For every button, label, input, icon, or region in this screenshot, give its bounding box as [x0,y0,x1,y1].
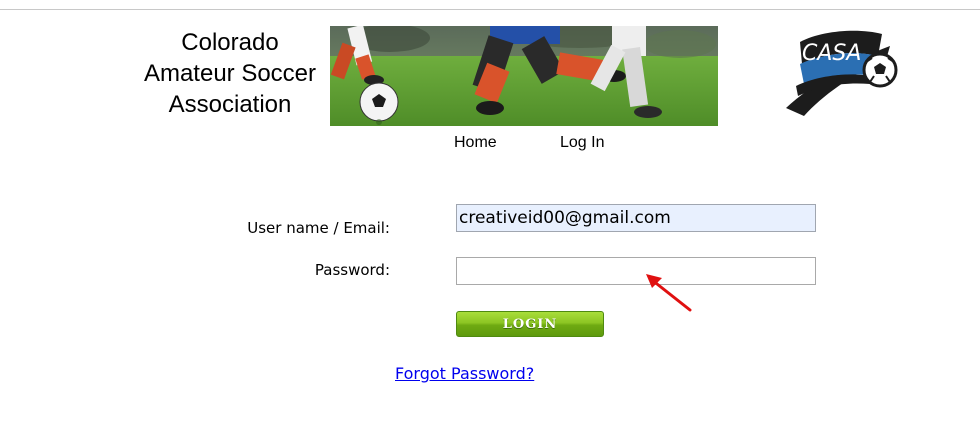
site-title-line-1: Colorado [181,29,279,56]
casa-logo: CASA [782,26,902,120]
password-input[interactable] [456,257,816,285]
forgot-password-link[interactable]: Forgot Password? [395,364,534,383]
soccer-banner-image [330,26,718,126]
login-button[interactable]: LOGIN [456,311,604,337]
username-input[interactable] [456,204,816,232]
site-title-line-2: Amateur Soccer [143,60,317,87]
password-label: Password: [314,261,390,279]
site-title: Colorado Amateur Soccer Association [128,27,332,120]
username-label: User name / Email: [247,219,390,237]
site-title-line-3: Association [168,91,292,118]
logo-text: CASA [802,41,861,66]
nav-home-link[interactable]: Home [454,134,497,152]
nav-login-link[interactable]: Log In [560,134,604,152]
top-divider [0,9,980,10]
red-annotation-arrow-icon [646,274,692,312]
